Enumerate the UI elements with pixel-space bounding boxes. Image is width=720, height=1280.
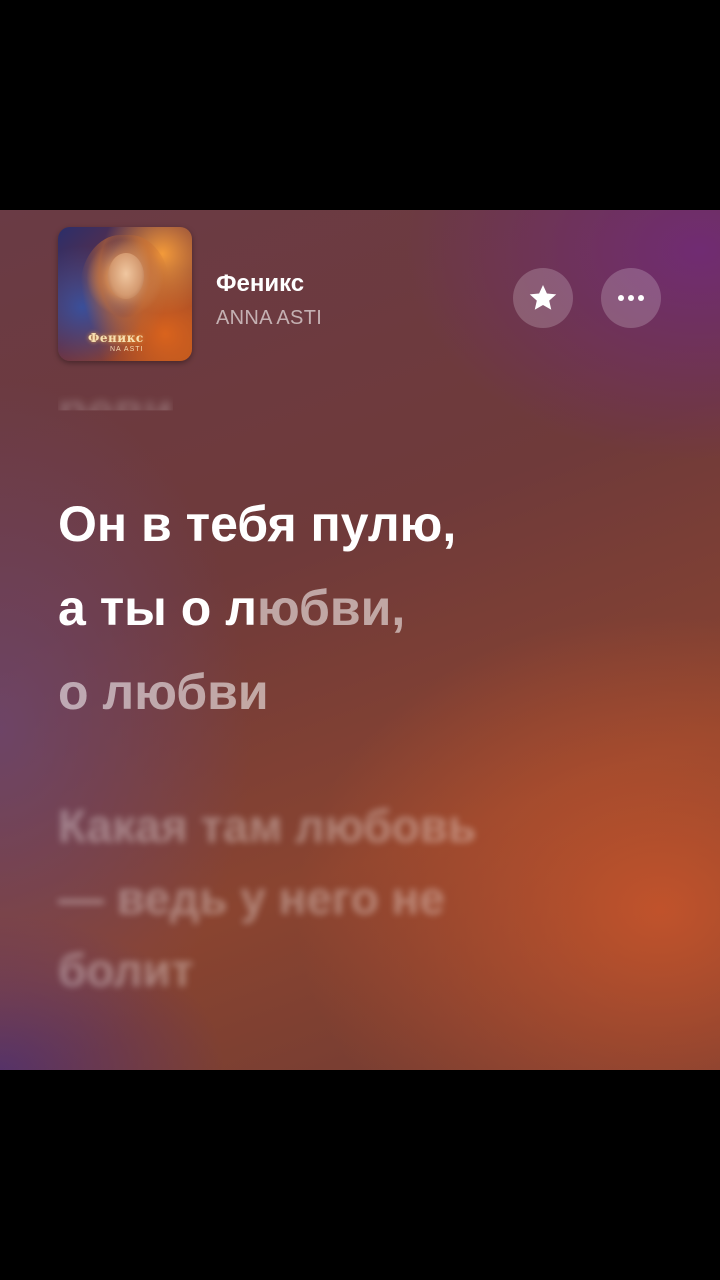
cover-art-face [108, 253, 144, 299]
album-cover[interactable]: Феникс NA ASTI [58, 227, 192, 361]
track-artist[interactable]: ANNA ASTI [216, 307, 322, 330]
next-lyric-line-2[interactable]: — ведь у него не [58, 862, 445, 934]
lyric-sung-part: а ты о л [58, 580, 257, 636]
current-lyric-line-1[interactable]: Он в тебя пулю, [58, 482, 456, 566]
next-lyric-line-3[interactable]: болит [58, 934, 193, 1006]
cover-artist-text: NA ASTI [110, 346, 144, 353]
more-options-button[interactable] [601, 268, 661, 328]
cover-title-text: Феникс [88, 331, 144, 345]
current-lyric-line-2[interactable]: а ты о любви, [58, 566, 405, 650]
next-lyric-line-1[interactable]: Какая там любовь [58, 790, 476, 862]
track-title[interactable]: Феникс [216, 270, 304, 298]
lyric-unsung-part: юбви, [256, 580, 406, 636]
star-icon [529, 284, 557, 310]
current-lyric-line-3[interactable]: о любви [58, 650, 269, 734]
ellipsis-icon [618, 295, 644, 301]
favorite-button[interactable] [513, 268, 573, 328]
